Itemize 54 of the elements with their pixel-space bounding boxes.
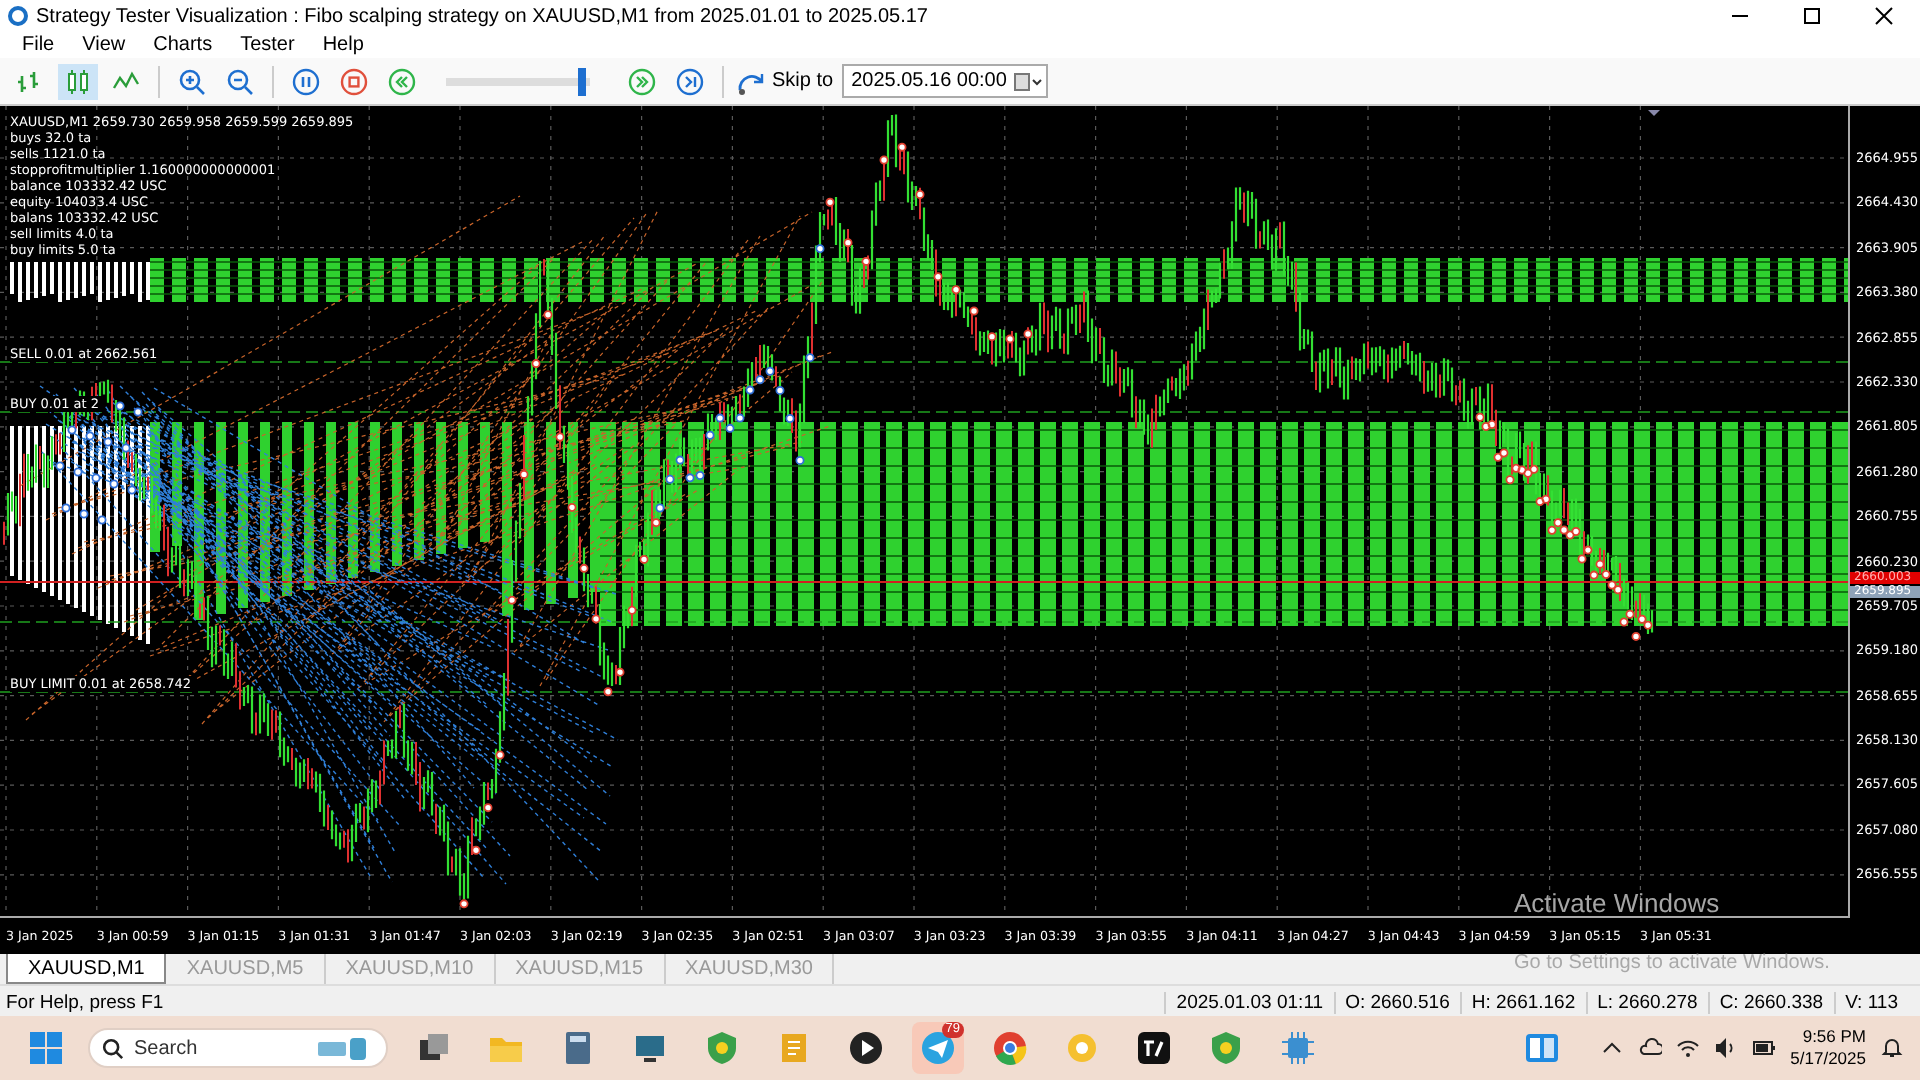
close-icon[interactable] xyxy=(1874,6,1894,26)
menu-item[interactable]: File xyxy=(8,34,69,56)
app-icon xyxy=(8,6,28,26)
cloud-icon[interactable] xyxy=(1638,1036,1663,1060)
search-icon xyxy=(102,1037,124,1059)
maximize-icon[interactable] xyxy=(1802,6,1822,26)
shield-icon xyxy=(704,1030,740,1066)
status-cell: H: 2661.162 xyxy=(1459,991,1586,1013)
calculator-icon xyxy=(560,1030,596,1066)
paper-plane-icon xyxy=(920,1030,956,1066)
menu-item[interactable]: View xyxy=(68,34,140,56)
zoom-out-icon xyxy=(226,67,254,95)
date-field[interactable]: 2025.05.16 00:00 xyxy=(841,64,1049,98)
skip-end-icon xyxy=(676,67,704,95)
chart-logo-icon xyxy=(1136,1030,1172,1066)
activation-notice: Activate Windows xyxy=(1514,890,1720,918)
activation-notice: Go to Settings to activate Windows. xyxy=(1514,952,1830,976)
shield-icon xyxy=(1208,1030,1244,1066)
candlestick-icon xyxy=(64,67,92,95)
pause-icon xyxy=(292,67,320,95)
search-field[interactable]: Search xyxy=(88,1028,388,1068)
widgets-icon[interactable] xyxy=(1524,1030,1561,1066)
wifi-icon[interactable] xyxy=(1676,1036,1701,1060)
window-title: Strategy Tester Visualization : Fibo scalping strategy on XAUUSD,M1 from 2025.01.01 to 2025.05.17 xyxy=(36,5,928,27)
candlestick-button[interactable] xyxy=(58,63,98,99)
fast-forward-icon xyxy=(628,67,656,95)
play-icon xyxy=(848,1030,884,1066)
slider-thumb[interactable] xyxy=(578,67,587,95)
status-cell: L: 2660.278 xyxy=(1585,991,1708,1013)
document-icon xyxy=(776,1030,812,1066)
chip-icon xyxy=(1280,1030,1316,1066)
task-view-icon xyxy=(416,1030,452,1066)
bell-icon[interactable] xyxy=(1880,1036,1904,1060)
rewind-icon xyxy=(388,67,416,95)
status-text: For Help, press F1 xyxy=(6,991,164,1013)
menu-item[interactable]: Charts xyxy=(139,34,227,56)
calendar-dropdown-icon[interactable] xyxy=(1014,71,1043,91)
status-cell: O: 2660.516 xyxy=(1333,991,1460,1013)
browser-icon xyxy=(992,1030,1028,1066)
status-cell: 2025.01.03 01:11 xyxy=(1164,991,1334,1013)
clock-time[interactable]: 9:56 PM xyxy=(1802,1026,1866,1048)
monitor-icon xyxy=(632,1030,668,1066)
skip-to-label: Skip to xyxy=(772,70,834,92)
chart-tab[interactable]: XAUUSD,M1 xyxy=(6,954,167,984)
battery-icon[interactable] xyxy=(1752,1036,1777,1060)
zoom-in-icon xyxy=(178,67,206,95)
menu-item[interactable]: Help xyxy=(308,34,378,56)
status-cell: C: 2660.338 xyxy=(1707,991,1834,1013)
bar-chart-icon xyxy=(16,67,44,95)
menu-item[interactable]: Tester xyxy=(226,34,309,56)
clock-date[interactable]: 5/17/2025 xyxy=(1790,1048,1866,1070)
start-icon[interactable] xyxy=(28,1030,64,1066)
stop-icon xyxy=(340,67,368,95)
status-cell: V: 113 xyxy=(1833,991,1908,1013)
